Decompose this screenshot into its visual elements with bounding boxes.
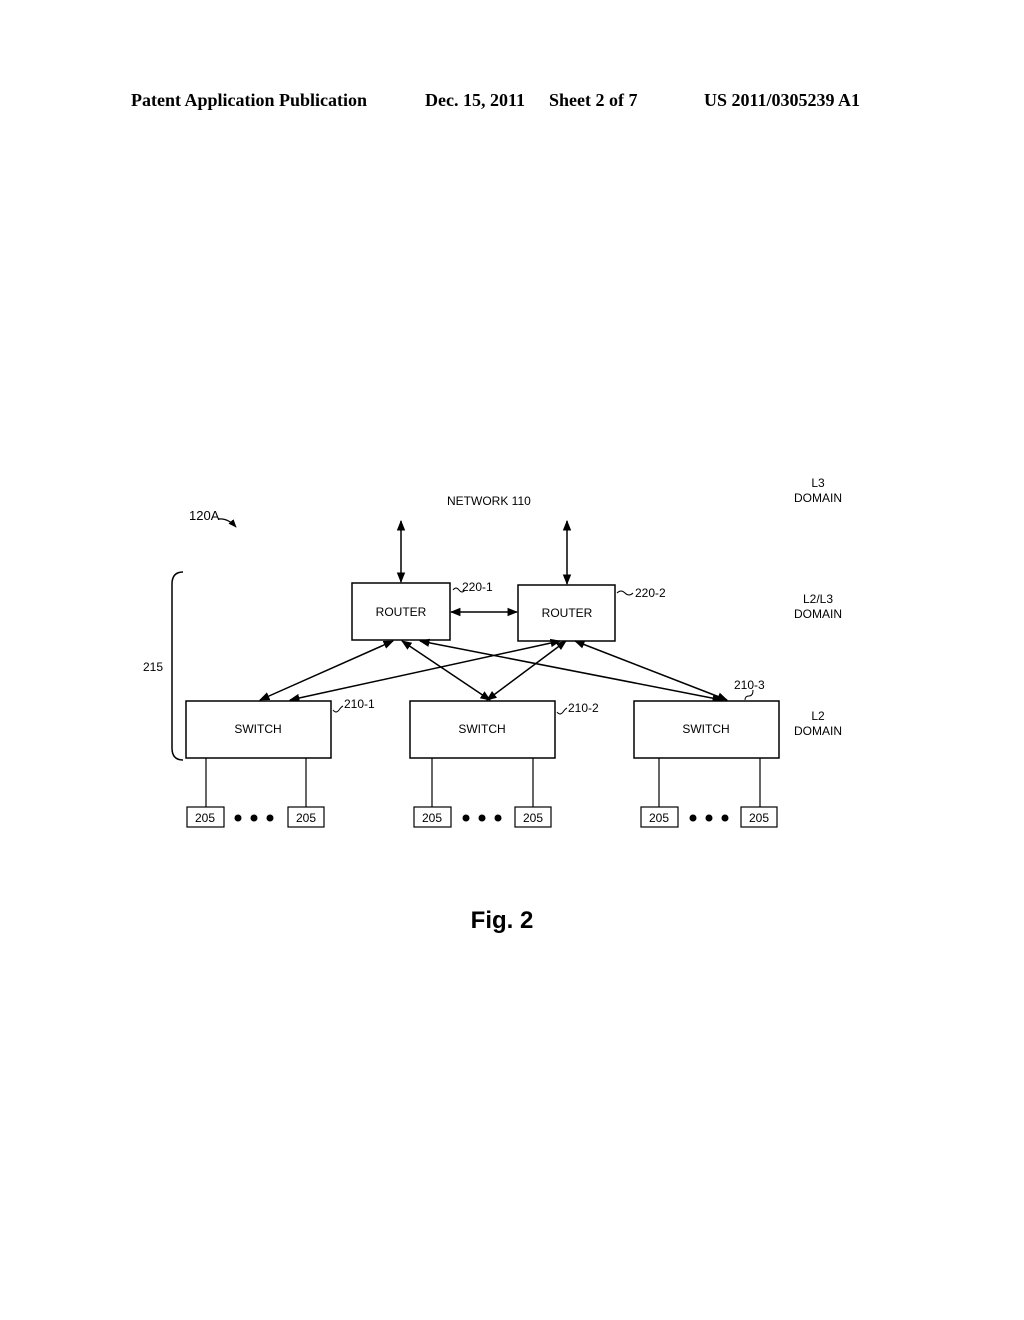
domain-label-l3: L3 DOMAIN bbox=[794, 476, 842, 505]
svg-text:205: 205 bbox=[523, 811, 543, 825]
svg-text:DOMAIN: DOMAIN bbox=[794, 607, 842, 621]
switch-2-ref: 210-2 bbox=[568, 701, 599, 715]
svg-text:DOMAIN: DOMAIN bbox=[794, 491, 842, 505]
router-1: ROUTER 220-1 bbox=[351, 580, 493, 641]
link-r1-s3 bbox=[418, 638, 724, 703]
end-device-group-1: 205 205 bbox=[186, 806, 325, 828]
ellipsis-dot bbox=[494, 814, 502, 822]
link-r1-s2 bbox=[401, 640, 491, 701]
group-bracket bbox=[171, 571, 184, 761]
switch-2: SWITCH 210-2 bbox=[409, 700, 599, 759]
switch-1: SWITCH 210-1 bbox=[185, 697, 375, 759]
ellipsis-dot bbox=[462, 814, 470, 822]
network-diagram: 120A NETWORK 110 L3 DOMAIN L2/L3 DOMAIN … bbox=[143, 476, 842, 934]
svg-text:SWITCH: SWITCH bbox=[234, 722, 281, 736]
ellipsis-dot bbox=[689, 814, 697, 822]
switch-1-ref: 210-1 bbox=[344, 697, 375, 711]
ellipsis-dot bbox=[705, 814, 713, 822]
router-2: ROUTER 220-2 bbox=[517, 584, 666, 642]
svg-text:205: 205 bbox=[296, 811, 316, 825]
svg-text:L2/L3: L2/L3 bbox=[803, 592, 833, 606]
ellipsis-dot bbox=[721, 814, 729, 822]
svg-text:ROUTER: ROUTER bbox=[542, 606, 593, 620]
link-r1-s1 bbox=[259, 640, 394, 701]
end-device-group-2: 205 205 bbox=[413, 806, 552, 828]
figure-caption: Fig. 2 bbox=[471, 907, 534, 934]
group-ref-label: 215 bbox=[143, 660, 163, 674]
svg-text:205: 205 bbox=[422, 811, 442, 825]
system-ref-arrow bbox=[217, 518, 237, 528]
router-1-ref: 220-1 bbox=[462, 580, 493, 594]
ellipsis-dot bbox=[478, 814, 486, 822]
svg-text:205: 205 bbox=[649, 811, 669, 825]
network-label: NETWORK 110 bbox=[447, 494, 531, 508]
switch-3-ref: 210-3 bbox=[734, 678, 765, 692]
svg-text:SWITCH: SWITCH bbox=[458, 722, 505, 736]
device-drops bbox=[205, 758, 761, 807]
svg-text:ROUTER: ROUTER bbox=[376, 605, 427, 619]
router-switch-links bbox=[259, 638, 728, 703]
system-ref-label: 120A bbox=[189, 508, 220, 523]
svg-text:205: 205 bbox=[195, 811, 215, 825]
svg-text:L3: L3 bbox=[811, 476, 825, 490]
end-device-group-3: 205 205 bbox=[640, 806, 778, 828]
svg-text:L2: L2 bbox=[811, 709, 825, 723]
ellipsis-dot bbox=[234, 814, 242, 822]
ellipsis-dot bbox=[250, 814, 258, 822]
link-r2-s2 bbox=[486, 640, 567, 701]
domain-label-l2l3: L2/L3 DOMAIN bbox=[794, 592, 842, 621]
svg-text:SWITCH: SWITCH bbox=[682, 722, 729, 736]
router-2-ref: 220-2 bbox=[635, 586, 666, 600]
link-r2-s3 bbox=[574, 640, 728, 701]
ellipsis-dot bbox=[266, 814, 274, 822]
svg-text:DOMAIN: DOMAIN bbox=[794, 724, 842, 738]
domain-label-l2: L2 DOMAIN bbox=[794, 709, 842, 738]
svg-text:205: 205 bbox=[749, 811, 769, 825]
link-r2-s1 bbox=[288, 638, 562, 703]
switch-3: SWITCH 210-3 bbox=[633, 678, 780, 759]
